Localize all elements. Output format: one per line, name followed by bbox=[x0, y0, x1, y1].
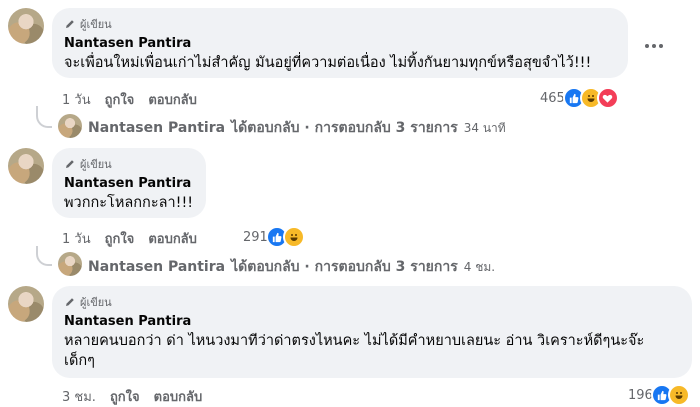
replies-time: 4 ชม. bbox=[463, 259, 496, 274]
reaction-count: 196 bbox=[628, 387, 653, 403]
reaction-summary[interactable]: 291 bbox=[243, 226, 305, 248]
author-badge-label: ผู้เขียน bbox=[80, 158, 112, 171]
comment-text: พวกกะโหลกกะลา!!! bbox=[64, 195, 194, 211]
comment-actions: 1 วัน ถูกใจ ตอบกลับ bbox=[62, 228, 211, 249]
thread-line bbox=[36, 106, 52, 128]
pen-icon bbox=[66, 298, 74, 306]
comment-actions: 3 ชม. ถูกใจ ตอบกลับ bbox=[62, 386, 216, 407]
author-badge: ผู้เขียน bbox=[64, 16, 616, 32]
commenter-name[interactable]: Nantasen Pantira bbox=[64, 36, 616, 51]
author-badge: ผู้เขียน bbox=[64, 156, 194, 172]
author-badge-label: ผู้เขียน bbox=[80, 296, 112, 309]
reply-button[interactable]: ตอบกลับ bbox=[148, 228, 197, 249]
love-reaction-icon bbox=[596, 87, 619, 109]
author-badge-label: ผู้เขียน bbox=[80, 18, 112, 31]
reply-avatar[interactable] bbox=[58, 252, 82, 276]
replies-count-label: ได้ตอบกลับ · การตอบกลับ 3 รายการ bbox=[231, 120, 458, 136]
comment-time[interactable]: 3 ชม. bbox=[62, 386, 96, 407]
avatar[interactable] bbox=[8, 8, 44, 44]
more-dots-icon[interactable] bbox=[642, 40, 666, 52]
avatar[interactable] bbox=[8, 148, 44, 184]
author-badge: ผู้เขียน bbox=[64, 294, 680, 310]
comment-text: หลายคนบอกว่า ด่า ไหนวงมาทีว่าด่าตรงไหนคะ… bbox=[64, 333, 645, 369]
comment-bubble: ผู้เขียน Nantasen Pantira จะเพื่อนใหม่เพ… bbox=[52, 8, 628, 78]
pen-icon bbox=[66, 20, 74, 28]
replies-time: 34 นาที bbox=[463, 120, 506, 135]
commenter-name[interactable]: Nantasen Pantira bbox=[64, 176, 194, 191]
comment-actions: 1 วัน ถูกใจ ตอบกลับ bbox=[62, 89, 211, 110]
reaction-count: 291 bbox=[243, 229, 268, 245]
comment-time[interactable]: 1 วัน bbox=[62, 89, 91, 110]
like-button[interactable]: ถูกใจ bbox=[105, 89, 135, 110]
reply-button[interactable]: ตอบกลับ bbox=[148, 89, 197, 110]
comment-bubble: ผู้เขียน Nantasen Pantira หลายคนบอกว่า ด… bbox=[52, 286, 692, 378]
pen-icon bbox=[66, 160, 74, 168]
view-replies-link[interactable]: Nantasen Pantira ได้ตอบกลับ · การตอบกลับ… bbox=[88, 117, 506, 139]
view-replies-link[interactable]: Nantasen Pantira ได้ตอบกลับ · การตอบกลับ… bbox=[88, 256, 495, 278]
comment-text: จะเพื่อนใหม่เพื่อนเก่าไม่สำคัญ มันอยู่ที… bbox=[64, 55, 592, 71]
reaction-count: 465 bbox=[540, 90, 565, 106]
comment-time[interactable]: 1 วัน bbox=[62, 228, 91, 249]
thread-line bbox=[36, 246, 52, 266]
reply-author-name: Nantasen Pantira bbox=[88, 120, 226, 136]
reply-avatar[interactable] bbox=[58, 114, 82, 138]
commenter-name[interactable]: Nantasen Pantira bbox=[64, 314, 680, 329]
reply-author-name: Nantasen Pantira bbox=[88, 259, 226, 275]
like-button[interactable]: ถูกใจ bbox=[110, 386, 140, 407]
replies-count-label: ได้ตอบกลับ · การตอบกลับ 3 รายการ bbox=[231, 259, 458, 275]
like-button[interactable]: ถูกใจ bbox=[105, 228, 135, 249]
haha-reaction-icon bbox=[282, 226, 305, 248]
comment-bubble: ผู้เขียน Nantasen Pantira พวกกะโหลกกะลา!… bbox=[52, 148, 206, 218]
avatar[interactable] bbox=[8, 286, 44, 322]
reply-button[interactable]: ตอบกลับ bbox=[154, 386, 203, 407]
reaction-summary[interactable]: 465 bbox=[540, 87, 619, 109]
